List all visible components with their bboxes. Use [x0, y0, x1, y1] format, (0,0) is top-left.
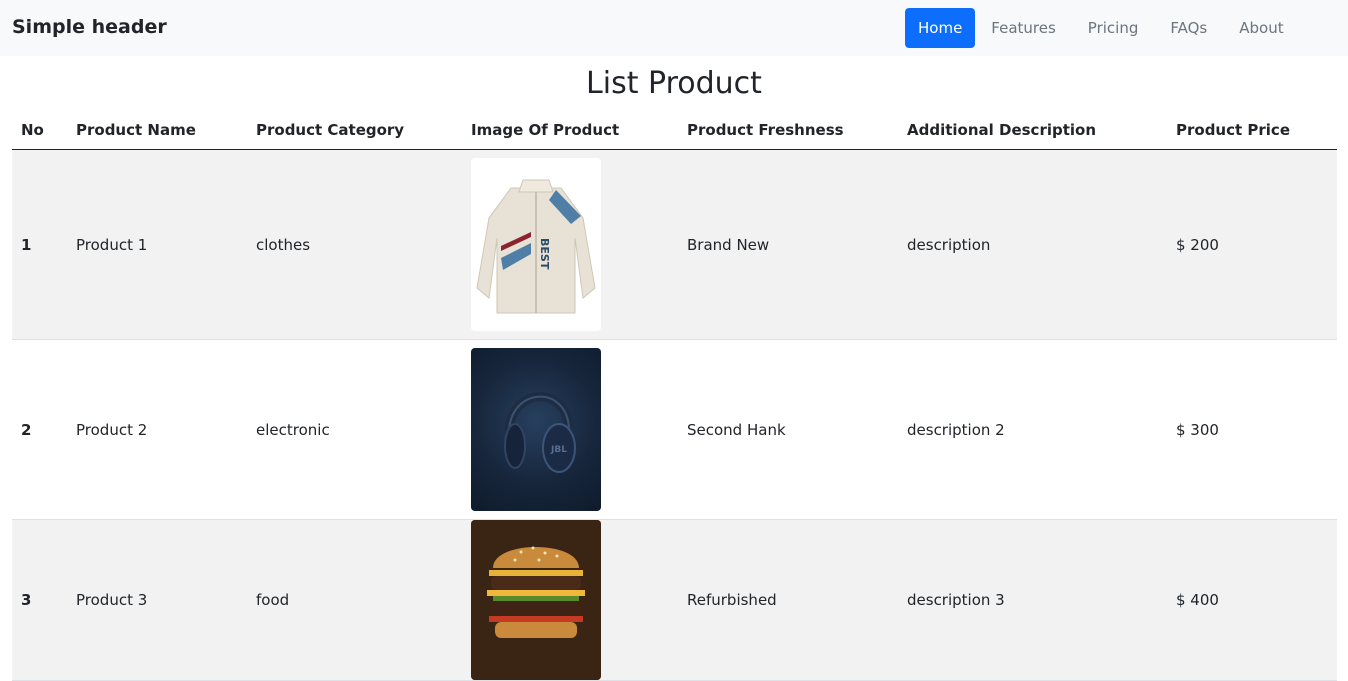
- top-header: Simple header Home Features Pricing FAQs…: [0, 0, 1348, 56]
- row-number: 1: [12, 149, 67, 340]
- column-header-no: No: [12, 110, 67, 150]
- product-category: electronic: [247, 339, 462, 520]
- product-name: Product 3: [67, 519, 247, 681]
- row-number: 3: [12, 519, 67, 681]
- product-name: Product 2: [67, 339, 247, 520]
- nav-pricing[interactable]: Pricing: [1072, 8, 1155, 48]
- burger-image: [471, 520, 601, 680]
- burger-icon: [471, 520, 601, 680]
- product-image-cell: [462, 519, 678, 681]
- column-header-name: Product Name: [67, 110, 247, 150]
- jacket-image: BEST: [471, 158, 601, 331]
- product-freshness: Refurbished: [678, 519, 898, 681]
- headphones-image: JBL: [471, 348, 601, 511]
- nav-home[interactable]: Home: [905, 8, 976, 48]
- column-header-description: Additional Description: [898, 110, 1167, 150]
- column-header-price: Product Price: [1167, 110, 1337, 150]
- main-nav: Home Features Pricing FAQs About: [905, 8, 1300, 48]
- product-description: description 3: [898, 519, 1167, 681]
- column-header-category: Product Category: [247, 110, 462, 150]
- product-price: $ 300: [1167, 339, 1337, 520]
- product-price: $ 400: [1167, 519, 1337, 681]
- brand-title[interactable]: Simple header: [12, 16, 167, 38]
- product-category: clothes: [247, 149, 462, 340]
- product-freshness: Brand New: [678, 149, 898, 340]
- jacket-icon: BEST: [471, 158, 601, 331]
- nav-about[interactable]: About: [1223, 8, 1299, 48]
- headphones-icon: JBL: [504, 392, 576, 473]
- product-description: description 2: [898, 339, 1167, 520]
- table-row: 3 Product 3 food Refurbished description…: [12, 519, 1337, 681]
- product-description: description: [898, 149, 1167, 340]
- table-header-row: No Product Name Product Category Image O…: [12, 110, 1337, 150]
- product-price: $ 200: [1167, 149, 1337, 340]
- product-freshness: Second Hank: [678, 339, 898, 520]
- product-image-cell: BEST: [462, 149, 678, 340]
- product-table: No Product Name Product Category Image O…: [12, 110, 1337, 681]
- nav-faqs[interactable]: FAQs: [1154, 8, 1223, 48]
- product-name: Product 1: [67, 149, 247, 340]
- product-category: food: [247, 519, 462, 681]
- nav-features[interactable]: Features: [975, 8, 1072, 48]
- column-header-freshness: Product Freshness: [678, 110, 898, 150]
- svg-text:BEST: BEST: [538, 238, 551, 270]
- row-number: 2: [12, 339, 67, 520]
- table-row: 1 Product 1 clothes BEST Brand New descr…: [12, 149, 1337, 340]
- table-row: 2 Product 2 electronic JBL Second Hank d…: [12, 339, 1337, 520]
- svg-text:JBL: JBL: [550, 445, 567, 455]
- page-title: List Product: [586, 66, 762, 101]
- column-header-image: Image Of Product: [462, 110, 678, 150]
- product-image-cell: JBL: [462, 339, 678, 520]
